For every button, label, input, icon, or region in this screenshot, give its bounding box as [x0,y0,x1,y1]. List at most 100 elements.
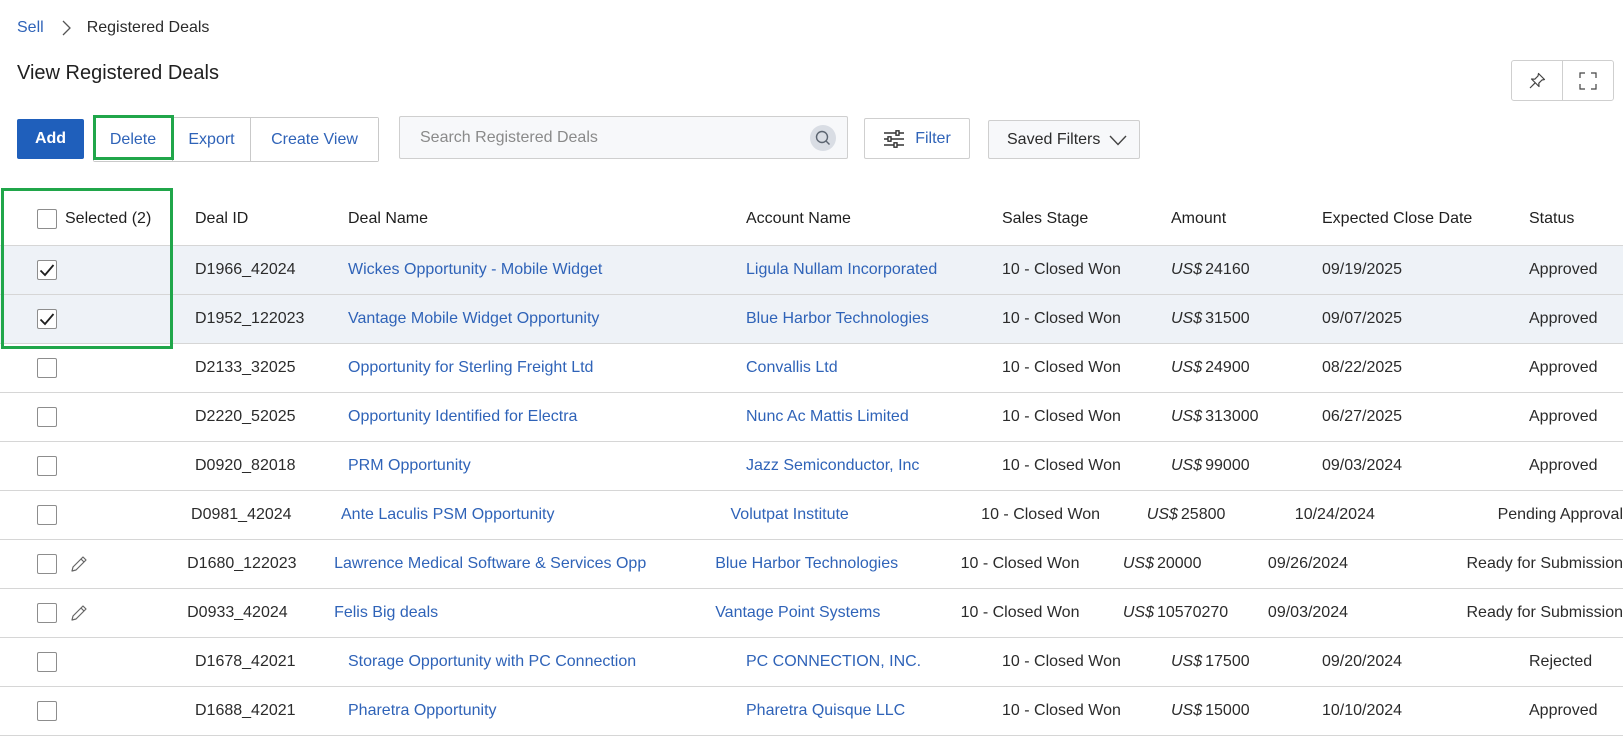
sales-stage-cell: 10 - Closed Won [1002,261,1121,278]
search-input[interactable] [418,127,812,148]
status-cell: Approved [1529,457,1598,474]
filter-button[interactable]: Filter [864,118,970,159]
amount-value: 17500 [1205,653,1250,670]
account-name-link[interactable]: Ligula Nullam Incorporated [746,261,937,278]
row-checkbox[interactable] [37,554,57,574]
close-date-cell: 09/26/2024 [1267,555,1348,572]
sales-stage-cell: 10 - Closed Won [960,604,1080,621]
account-name-link[interactable]: Jazz Semiconductor, Inc [746,457,919,474]
deal-name-link[interactable]: Vantage Mobile Widget Opportunity [348,310,599,327]
status-cell: Approved [1529,702,1598,719]
column-header-deal-id[interactable]: Deal ID [178,210,331,228]
row-checkbox[interactable] [37,652,57,672]
select-all-checkbox[interactable] [37,208,57,229]
saved-filters-dropdown[interactable]: Saved Filters [988,120,1140,159]
deal-name-link[interactable]: Ante Laculis PSM Opportunity [341,506,554,523]
status-cell: Ready for Submission [1466,555,1623,572]
currency-label: US$ [1122,604,1154,621]
row-checkbox[interactable] [37,505,57,525]
amount-cell: US$ 17500 [1154,653,1305,671]
row-checkbox[interactable] [37,260,57,280]
column-header-deal-name[interactable]: Deal Name [331,210,729,228]
deal-id-cell: D1952_122023 [195,310,305,327]
status-cell: Rejected [1529,653,1593,670]
deal-name-link[interactable]: Storage Opportunity with PC Connection [348,653,636,670]
table-row: D2220_52025 Opportunity Identified for El… [0,393,1623,442]
account-name-link[interactable]: Vantage Point Systems [715,604,880,621]
amount-value: 99000 [1205,457,1250,474]
status-cell: Approved [1529,310,1598,327]
row-select-cell [0,603,170,623]
close-date-cell: 10/24/2024 [1294,506,1375,523]
column-header-status[interactable]: Status [1512,210,1623,228]
deal-id-cell: D1966_42024 [195,261,296,278]
deal-name-link[interactable]: Opportunity for Sterling Freight Ltd [348,359,593,376]
amount-cell: US$ 31500 [1154,310,1305,328]
currency-label: US$ [1171,310,1203,327]
page-title: View Registered Deals [17,62,219,84]
sales-stage-cell: 10 - Closed Won [981,506,1101,523]
column-header-sales-stage[interactable]: Sales Stage [985,210,1154,228]
column-header-amount[interactable]: Amount [1154,210,1305,228]
close-date-cell: 09/07/2025 [1322,310,1403,327]
create-view-button[interactable]: Create View [250,118,378,161]
pencil-icon[interactable] [69,554,89,574]
breadcrumb-current: Registered Deals [86,19,210,36]
row-checkbox[interactable] [37,701,57,721]
breadcrumb-sell-link[interactable]: Sell [17,19,44,37]
close-date-cell: 09/03/2024 [1267,604,1348,621]
table-row: D1678_42021 Storage Opportunity with PC C… [0,638,1623,687]
close-date-cell: 09/20/2024 [1322,653,1403,670]
account-name-link[interactable]: Blue Harbor Technologies [746,310,929,327]
currency-label: US$ [1146,506,1178,523]
account-name-link[interactable]: Volutpat Institute [731,506,849,523]
close-date-cell: 09/03/2024 [1322,457,1403,474]
row-checkbox[interactable] [37,309,57,329]
pencil-icon[interactable] [69,603,89,623]
status-cell: Ready for Submission [1466,604,1623,621]
deal-name-link[interactable]: PRM Opportunity [348,457,471,474]
account-name-link[interactable]: Pharetra Quisque LLC [746,702,905,719]
account-name-link[interactable]: Blue Harbor Technologies [715,555,898,572]
deal-name-link[interactable]: Opportunity Identified for Electra [348,408,577,425]
row-checkbox[interactable] [37,358,57,378]
status-cell: Pending Approval [1497,506,1623,523]
pin-icon[interactable] [1512,61,1562,100]
export-button[interactable]: Export [172,118,250,161]
deal-id-cell: D2220_52025 [195,408,296,425]
row-checkbox[interactable] [37,407,57,427]
amount-cell: US$ 25800 [1130,506,1278,524]
account-name-link[interactable]: Convallis Ltd [746,359,838,376]
chevron-down-icon [1109,133,1127,151]
close-date-cell: 09/19/2025 [1322,261,1403,278]
sales-stage-cell: 10 - Closed Won [1002,408,1121,425]
account-name-link[interactable]: PC CONNECTION, INC. [746,653,921,670]
account-name-link[interactable]: Nunc Ac Mattis Limited [746,408,909,425]
table-header-row: Selected (2) Deal ID Deal Name Account N… [0,192,1623,246]
row-select-cell [0,309,178,329]
deal-name-link[interactable]: Lawrence Medical Software & Services Opp [334,555,646,572]
sales-stage-cell: 10 - Closed Won [1002,653,1121,670]
deal-name-link[interactable]: Pharetra Opportunity [348,702,497,719]
fullscreen-icon[interactable] [1562,61,1613,100]
table-row: D1952_122023 Vantage Mobile Widget Opport… [0,295,1623,344]
deal-id-cell: D1688_42021 [195,702,296,719]
sales-stage-cell: 10 - Closed Won [1002,310,1121,327]
amount-value: 31500 [1205,310,1250,327]
currency-label: US$ [1171,653,1203,670]
delete-button[interactable]: Delete [94,118,172,161]
table-row: D1680_122023 Lawrence Medical Software & … [0,540,1623,589]
deal-name-link[interactable]: Wickes Opportunity - Mobile Widget [348,261,602,278]
column-header-account-name[interactable]: Account Name [729,210,985,228]
row-checkbox[interactable] [37,603,57,623]
column-header-close-date[interactable]: Expected Close Date [1305,210,1512,228]
add-button[interactable]: Add [17,119,84,159]
search-icon[interactable] [810,125,836,151]
sales-stage-cell: 10 - Closed Won [960,555,1080,572]
view-controls [1511,60,1614,101]
row-select-cell [0,260,178,280]
row-checkbox[interactable] [37,456,57,476]
select-all-cell: Selected (2) [0,208,178,229]
row-select-cell [0,652,178,672]
deal-name-link[interactable]: Felis Big deals [334,604,438,621]
